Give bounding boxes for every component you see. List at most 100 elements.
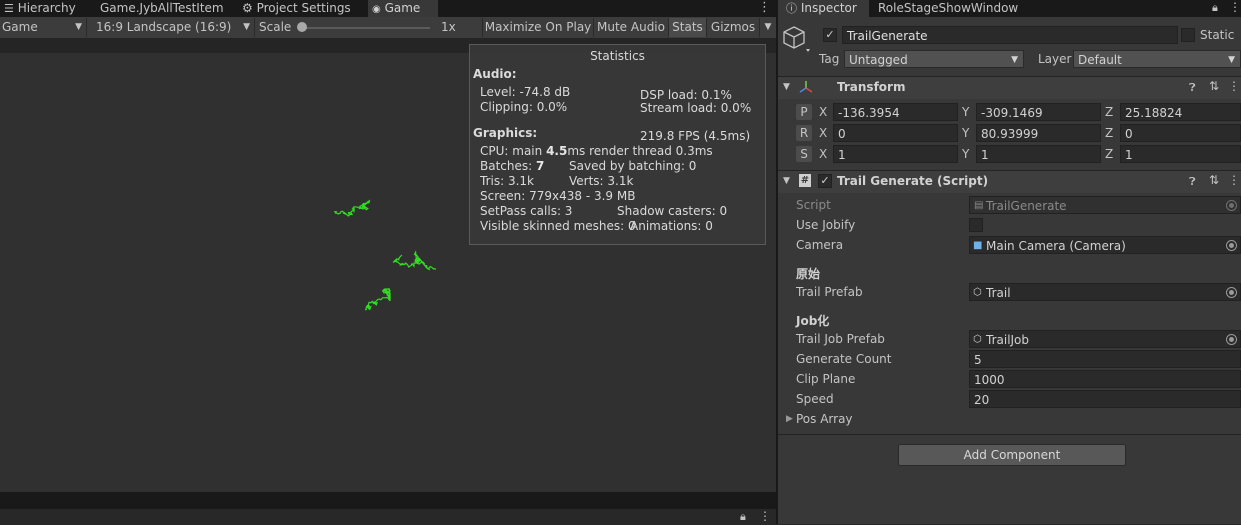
use-jobify-checkbox[interactable] [969, 218, 983, 232]
object-picker-icon[interactable] [1226, 334, 1237, 345]
display-dropdown-label: Game [2, 20, 38, 34]
rotation-y-field[interactable]: 80.93999 [976, 124, 1101, 142]
script-component-header[interactable]: ▼ # ✓ Trail Generate (Script) ❓︎ ⇅ ⋮ [778, 170, 1241, 193]
trail-job-prefab-label: Trail Job Prefab [796, 332, 885, 346]
object-name-field[interactable]: TrailGenerate [842, 26, 1178, 44]
stats-batches: Batches: 7 [480, 159, 544, 174]
script-enabled-checkbox[interactable]: ✓ [818, 174, 832, 188]
add-component-button[interactable]: Add Component [898, 444, 1126, 466]
section-original-header: 原始 [796, 267, 821, 281]
preset-icon[interactable]: ⇅ [1209, 173, 1219, 188]
add-component-label: Add Component [963, 448, 1061, 462]
more-options-icon[interactable]: ⋮ [1228, 79, 1240, 94]
camera-field[interactable]: ■ Main Camera (Camera) [969, 236, 1241, 254]
layer-dropdown[interactable]: Default ▼ [1073, 50, 1241, 68]
script-file-icon: ▤ [974, 200, 984, 211]
trail-job-prefab-field[interactable]: ⬡ TrailJob [969, 330, 1241, 348]
gear-icon: ⚙ [242, 1, 253, 15]
scale-slider-thumb[interactable] [297, 22, 307, 32]
object-picker-icon[interactable] [1226, 240, 1237, 251]
lock-icon[interactable]: 🔒︎ [740, 509, 746, 524]
clip-plane-value: 1000 [974, 373, 1005, 387]
gameobject-cube-icon [783, 26, 810, 52]
lock-icon[interactable]: 🔒︎ [1212, 0, 1218, 15]
gizmos-dropdown-arrow-icon[interactable]: ▼ [759, 18, 776, 37]
more-options-icon[interactable]: ⋮ [1229, 0, 1241, 15]
game-toolbar: Game ▼ 16:9 Landscape (16:9) ▼ Scale 1x … [0, 17, 776, 39]
tab-game-jyballtestitem[interactable]: Game.JybAllTestItem [100, 0, 224, 17]
position-z-label[interactable]: Z [1105, 105, 1113, 120]
trail-prefab-field[interactable]: ⬡ Trail [969, 283, 1241, 301]
gizmos-button[interactable]: Gizmos [706, 18, 759, 37]
help-icon[interactable]: ❓︎ [1189, 80, 1196, 95]
position-y-field[interactable]: -309.1469 [976, 103, 1101, 121]
scale-x-label[interactable]: X [819, 147, 827, 162]
tab-hierarchy[interactable]: ☰ Hierarchy [4, 0, 76, 17]
object-picker-icon[interactable] [1226, 287, 1237, 298]
scale-x-value: 1 [838, 148, 846, 162]
mute-audio-label: Mute Audio [597, 20, 665, 34]
stats-cpu: CPU: main 4.5ms render thread 0.3ms [480, 144, 713, 159]
stats-saved-by-batching: Saved by batching: 0 [569, 159, 697, 173]
object-active-checkbox[interactable]: ✓ [823, 28, 837, 42]
stats-button[interactable]: Stats [668, 18, 706, 37]
tab-rolestageshowwindow-label: RoleStageShowWindow [878, 1, 1019, 15]
foldout-right-arrow-icon[interactable]: ▶ [786, 412, 793, 427]
left-tab-bar: ☰ Hierarchy Game.JybAllTestItem ⚙ Projec… [0, 0, 776, 17]
trail-path-2 [392, 250, 437, 271]
stats-cpu-suffix: ms render thread 0.3ms [567, 144, 713, 158]
tab-project-settings[interactable]: ⚙ Project Settings [242, 0, 351, 17]
script-field: ▤ TrailGenerate [969, 196, 1241, 214]
scale-z-label[interactable]: Z [1105, 147, 1113, 162]
position-pill[interactable]: P [796, 104, 812, 120]
position-x-label[interactable]: X [819, 105, 827, 120]
more-options-icon[interactable]: ⋮ [759, 509, 771, 524]
tag-value: Untagged [849, 53, 908, 67]
transform-header[interactable]: ▼ Transform ❓︎ ⇅ ⋮ [778, 76, 1241, 99]
scale-value: 1x [441, 20, 456, 34]
scale-y-value: 1 [981, 148, 989, 162]
position-x-field[interactable]: -136.3954 [833, 103, 958, 121]
transform-axes-icon [799, 81, 813, 93]
static-checkbox[interactable] [1181, 28, 1195, 42]
scale-slider-track[interactable] [302, 27, 430, 29]
aspect-dropdown[interactable]: 16:9 Landscape (16:9) ▼ [92, 18, 255, 37]
display-dropdown[interactable]: Game ▼ [0, 18, 87, 37]
scale-z-field[interactable]: 1 [1120, 145, 1241, 163]
rotation-z-label[interactable]: Z [1105, 126, 1113, 141]
position-y-label[interactable]: Y [962, 105, 969, 120]
tab-inspector[interactable]: ⓘ Inspector [778, 0, 869, 17]
generate-count-field[interactable]: 5 [969, 350, 1241, 368]
scale-y-field[interactable]: 1 [976, 145, 1101, 163]
trail-group [333, 199, 437, 311]
tab-game[interactable]: ◉ Game [368, 0, 438, 17]
tag-dropdown[interactable]: Untagged ▼ [844, 50, 1024, 68]
position-z-field[interactable]: 25.18824 [1120, 103, 1241, 121]
rotation-z-value: 0 [1125, 127, 1133, 141]
scale-y-label[interactable]: Y [962, 147, 969, 162]
mute-audio-button[interactable]: Mute Audio [593, 18, 668, 37]
clip-plane-field[interactable]: 1000 [969, 370, 1241, 388]
speed-field[interactable]: 20 [969, 390, 1241, 408]
scale-x-field[interactable]: 1 [833, 145, 958, 163]
pos-array-label[interactable]: Pos Array [796, 412, 853, 427]
statistics-panel: Statistics Audio: Level: -74.8 dB Clippi… [469, 44, 766, 245]
rotation-z-field[interactable]: 0 [1120, 124, 1241, 142]
preset-icon[interactable]: ⇅ [1209, 79, 1219, 94]
dropdown-arrow-icon: ▼ [75, 22, 82, 32]
tab-rolestageshowwindow[interactable]: RoleStageShowWindow [878, 0, 1018, 17]
layer-value: Default [1078, 53, 1122, 67]
more-options-icon[interactable]: ⋮ [1228, 173, 1240, 188]
rotation-pill[interactable]: R [796, 125, 812, 141]
trail-prefab-value: Trail [986, 286, 1011, 300]
rotation-x-field[interactable]: 0 [833, 124, 958, 142]
rotation-x-label[interactable]: X [819, 126, 827, 141]
generate-count-label: Generate Count [796, 352, 892, 366]
maximize-on-play-button[interactable]: Maximize On Play [482, 18, 593, 37]
scale-pill[interactable]: S [796, 146, 812, 162]
rotation-y-label[interactable]: Y [962, 126, 969, 141]
more-options-icon[interactable]: ⋮ [758, 0, 771, 17]
trail-prefab-label: Trail Prefab [796, 285, 863, 299]
help-icon[interactable]: ❓︎ [1189, 174, 1196, 189]
stats-tris: Tris: 3.1k [480, 174, 534, 188]
